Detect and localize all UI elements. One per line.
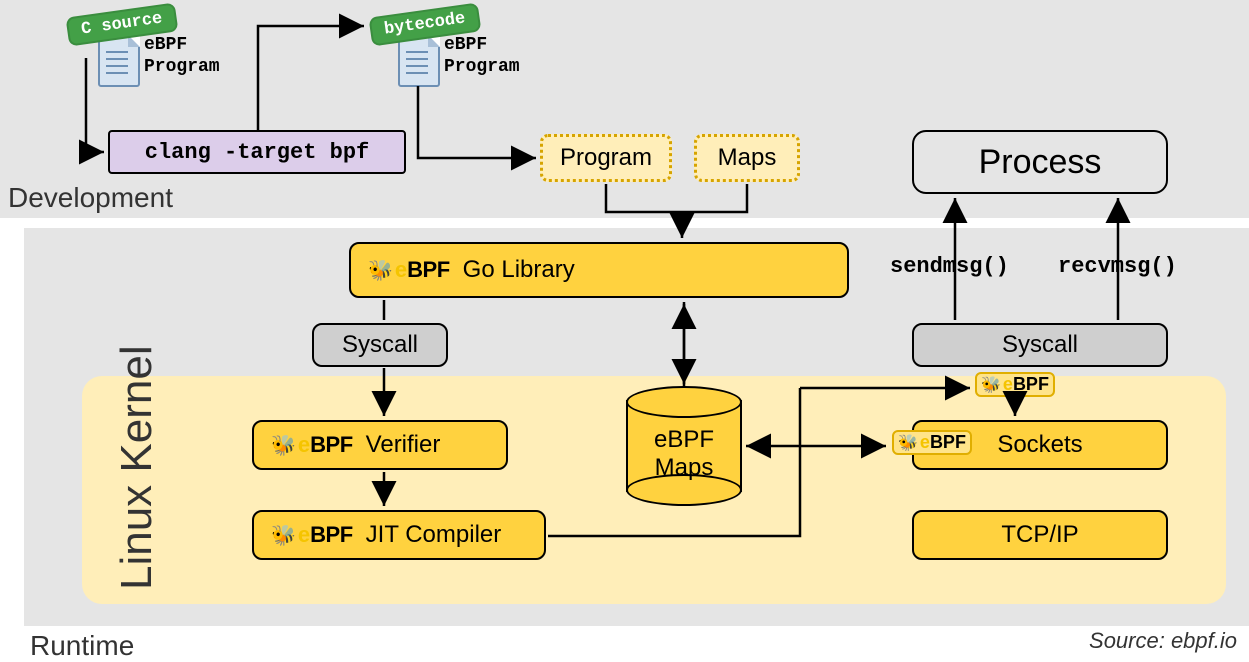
recvmsg-label: recvmsg() (1058, 254, 1177, 279)
syscall-left-box: Syscall (312, 323, 448, 367)
ebpf-badge-syscall: 🐝eBPF (975, 372, 1055, 397)
ebpf-badge-sockets: 🐝eBPF (892, 430, 972, 455)
linux-kernel-label: Linux Kernel (112, 345, 162, 590)
clang-box: clang -target bpf (108, 130, 406, 174)
file-icon (398, 35, 440, 87)
syscall-right-box: Syscall (912, 323, 1168, 367)
ebpf-logo-icon: 🐝eBPF (268, 521, 356, 549)
maps-box: Maps (694, 134, 800, 182)
sendmsg-label: sendmsg() (890, 254, 1009, 279)
tcpip-box: TCP/IP (912, 510, 1168, 560)
ebpf-maps-label: eBPFMaps (626, 426, 742, 482)
process-box: Process (912, 130, 1168, 194)
development-label: Development (8, 182, 173, 214)
ebpf-logo-icon: 🐝eBPF (365, 256, 453, 284)
file-icon (98, 35, 140, 87)
file-csource-label: eBPFProgram (144, 34, 220, 78)
verifier-box: 🐝eBPF Verifier (252, 420, 508, 470)
jit-compiler-box: 🐝eBPF JIT Compiler (252, 510, 546, 560)
ebpf-logo-icon: 🐝eBPF (268, 431, 356, 459)
ebpf-maps-cylinder: eBPFMaps (626, 386, 742, 506)
file-bytecode-label: eBPFProgram (444, 34, 520, 78)
go-library-box: 🐝eBPF Go Library (349, 242, 849, 298)
runtime-label: Runtime (30, 630, 134, 662)
program-box: Program (540, 134, 672, 182)
source-attribution: Source: ebpf.io (1089, 628, 1237, 654)
